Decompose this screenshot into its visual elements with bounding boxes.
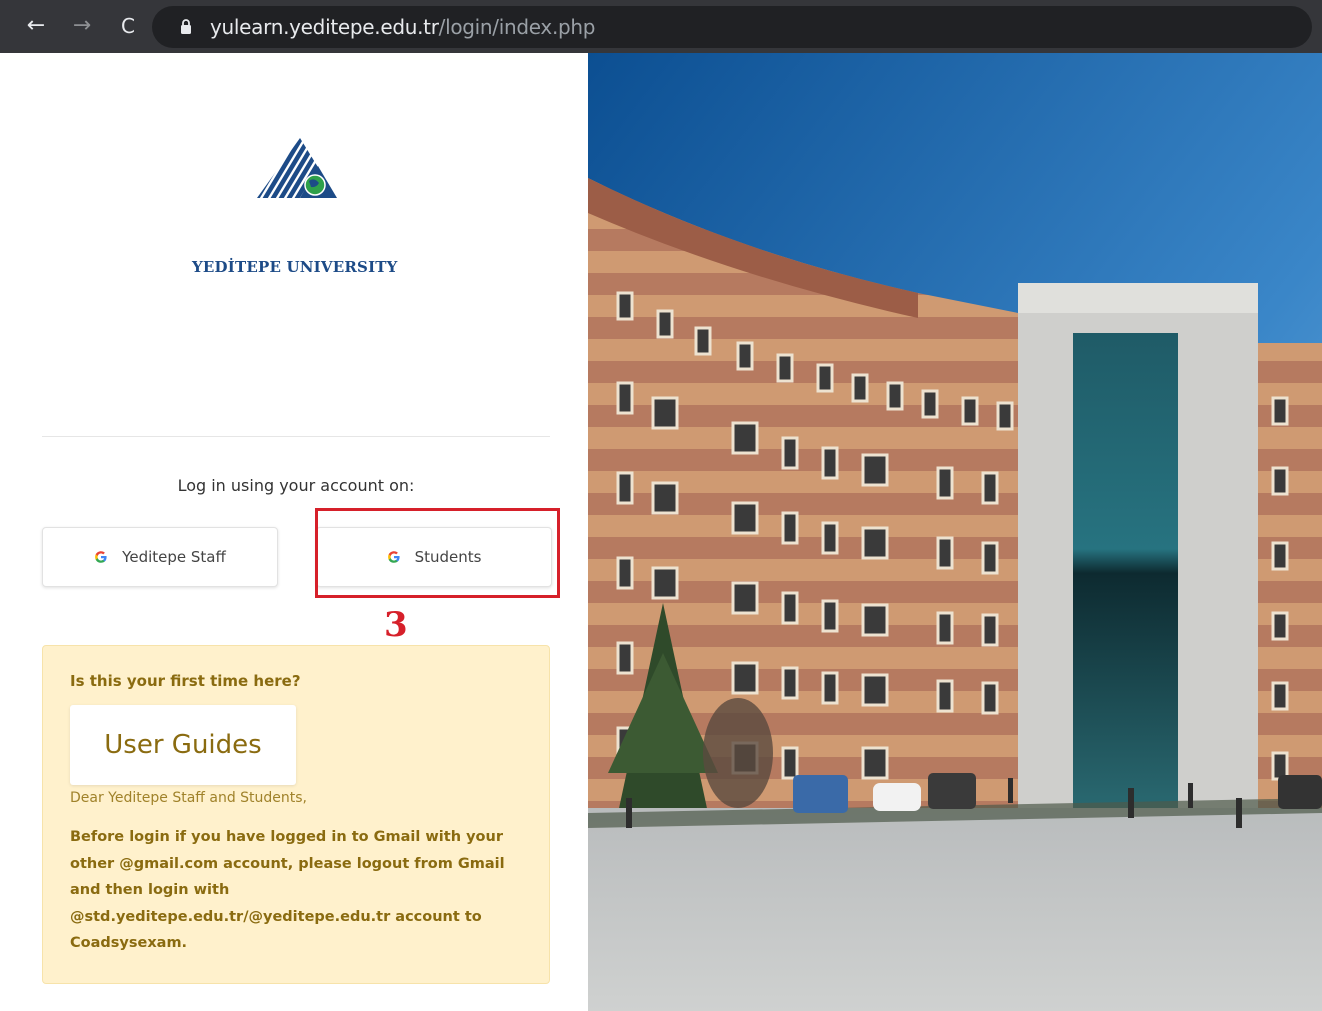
lock-icon (181, 19, 191, 34)
campus-photo (588, 53, 1322, 1011)
reload-icon[interactable]: C (114, 12, 142, 40)
url-text: yulearn.yeditepe.edu.tr/login/index.php (210, 15, 595, 39)
university-name: YEDİTEPE UNIVERSITY (192, 258, 398, 276)
annotation-highlight-box (315, 508, 560, 598)
staff-login-label: Yeditepe Staff (122, 548, 226, 566)
browser-toolbar: ← → C yulearn.yeditepe.edu.tr/login/inde… (0, 0, 1322, 53)
login-prompt: Log in using your account on: (177, 476, 415, 495)
google-g-icon (95, 551, 107, 563)
staff-login-button[interactable]: Yeditepe Staff (42, 527, 278, 587)
back-arrow-icon[interactable]: ← (22, 12, 50, 40)
address-bar[interactable]: yulearn.yeditepe.edu.tr/login/index.php (152, 6, 1312, 48)
greeting-text: Dear Yeditepe Staff and Students, (70, 790, 308, 806)
user-guides-button[interactable]: User Guides (70, 705, 296, 785)
url-path: /login/index.php (438, 15, 596, 39)
campus-building-image (588, 53, 1322, 1011)
gmail-notice-text: Before login if you have logged in to Gm… (70, 829, 505, 951)
divider (42, 436, 550, 437)
first-time-heading: Is this your first time here? (70, 672, 301, 690)
url-domain: yulearn.yeditepe.edu.tr (210, 15, 439, 39)
forward-arrow-icon[interactable]: → (68, 12, 96, 40)
annotation-step-number: 3 (384, 605, 408, 645)
